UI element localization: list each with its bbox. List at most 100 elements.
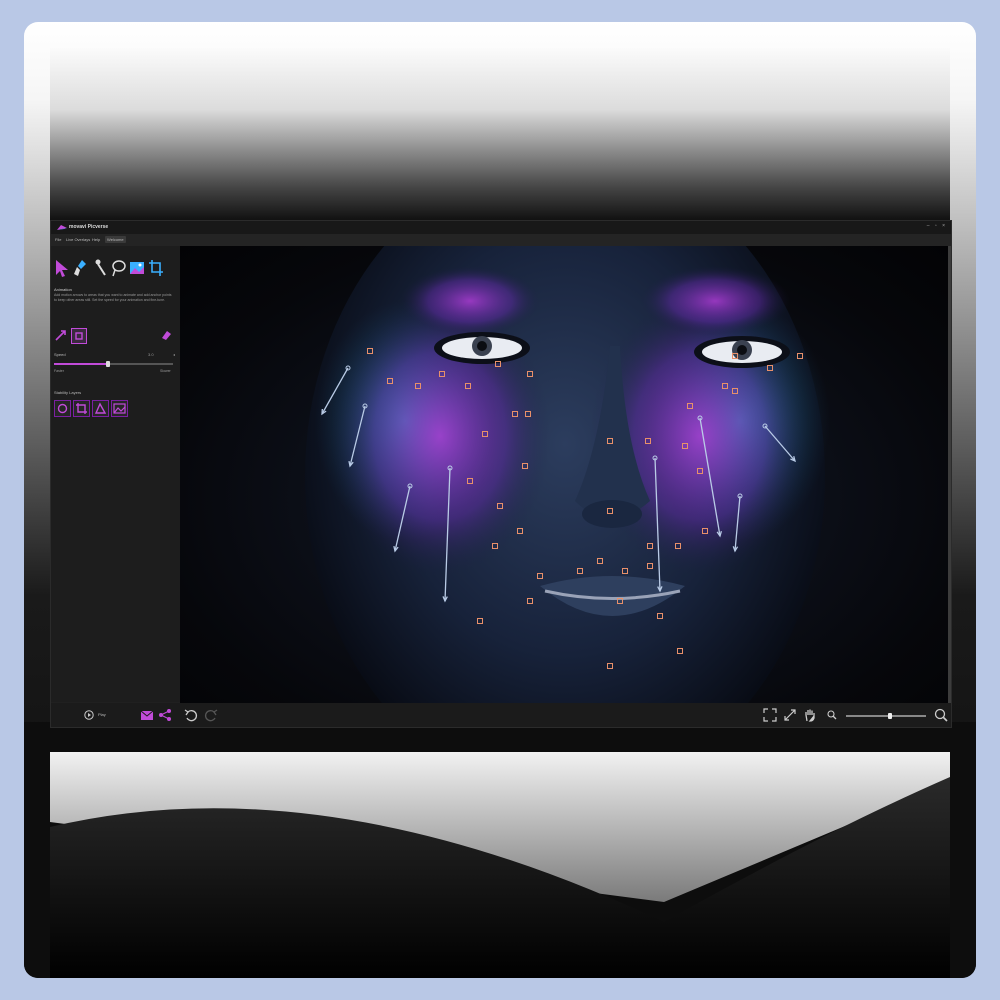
anchor-point[interactable] <box>465 383 471 389</box>
speed-slider-thumb[interactable] <box>105 361 110 367</box>
section-title: Animation <box>54 287 72 292</box>
share-icon[interactable] <box>158 708 172 722</box>
anchor-point[interactable] <box>702 528 708 534</box>
zoom-in-icon[interactable] <box>934 708 948 722</box>
window-controls[interactable]: – ▫ × <box>927 223 947 229</box>
anchor-point[interactable] <box>607 508 613 514</box>
animation-overlay <box>321 348 803 669</box>
fullscreen-icon[interactable] <box>783 708 797 722</box>
anchor-point[interactable] <box>732 353 738 359</box>
play-label[interactable]: Play <box>98 712 106 717</box>
motion-arrow-icon[interactable] <box>54 258 70 278</box>
motion-arrow[interactable] <box>321 367 349 415</box>
zoom-slider-thumb[interactable] <box>888 713 892 719</box>
menu-help[interactable]: Help <box>92 237 100 242</box>
redo-icon[interactable] <box>204 708 218 722</box>
anchor-point[interactable] <box>645 438 651 444</box>
anchor-point[interactable] <box>512 411 518 417</box>
anchor-point[interactable] <box>597 558 603 564</box>
layer-image-icon[interactable] <box>111 400 128 417</box>
image-canvas[interactable] <box>180 246 948 704</box>
anchor-point[interactable] <box>682 443 688 449</box>
motion-arrow[interactable] <box>764 425 796 462</box>
anchor-point[interactable] <box>387 378 393 384</box>
menu-file[interactable]: File <box>55 237 61 242</box>
zoom-out-icon[interactable] <box>827 710 837 720</box>
menu-live-overlays[interactable]: Live Overlays <box>66 237 90 242</box>
anchor-point[interactable] <box>522 463 528 469</box>
anchor-point[interactable] <box>797 353 803 359</box>
motion-arrow[interactable] <box>699 417 721 537</box>
anchor-point[interactable] <box>607 438 613 444</box>
canvas-scrollbar[interactable] <box>948 246 951 704</box>
anchor-point[interactable] <box>492 543 498 549</box>
anchor-point[interactable] <box>657 613 663 619</box>
anchor-point[interactable] <box>617 598 623 604</box>
anchor-point[interactable] <box>517 528 523 534</box>
anchor-point[interactable] <box>477 618 483 624</box>
speed-label: Speed <box>54 352 66 357</box>
layer-select-icon[interactable] <box>54 400 71 417</box>
hand-icon[interactable] <box>803 708 817 722</box>
anchor-point[interactable] <box>525 411 531 417</box>
anchor-point[interactable] <box>677 648 683 654</box>
anchor-point-mini-icon[interactable] <box>71 328 87 344</box>
anchor-point[interactable] <box>577 568 583 574</box>
speed-stepper[interactable]: ◂ <box>173 352 175 357</box>
anchor-point[interactable] <box>767 365 773 371</box>
anchor-point[interactable] <box>415 383 421 389</box>
anchor-point[interactable] <box>687 403 693 409</box>
app-logo-icon <box>57 225 67 230</box>
anchor-point[interactable] <box>607 663 613 669</box>
zoom-slider[interactable] <box>846 713 926 719</box>
anchor-point[interactable] <box>527 371 533 377</box>
play-icon[interactable] <box>84 710 94 720</box>
anchor-point[interactable] <box>647 543 653 549</box>
app-title: movavi Picverse <box>69 224 109 230</box>
motion-arrow[interactable] <box>394 485 411 552</box>
anchor-point[interactable] <box>675 543 681 549</box>
speed-max-label: Slower <box>160 369 171 373</box>
lasso-icon[interactable] <box>110 258 126 278</box>
motion-arrow[interactable] <box>349 405 366 467</box>
anchor-point[interactable] <box>722 383 728 389</box>
eraser-mini-icon[interactable] <box>159 328 173 342</box>
speed-slider[interactable] <box>54 361 173 367</box>
motion-arrow-mini-icon[interactable] <box>54 328 68 342</box>
anchor-point[interactable] <box>537 573 543 579</box>
layer-brush-icon[interactable] <box>92 400 109 417</box>
title-bar: movavi Picverse – ▫ × <box>51 221 951 234</box>
anchor-point[interactable] <box>527 598 533 604</box>
anchor-point[interactable] <box>497 503 503 509</box>
crop-icon[interactable] <box>148 258 164 278</box>
menu-welcome[interactable]: Welcome <box>105 236 126 243</box>
layer-crop-icon[interactable] <box>73 400 90 417</box>
speed-slider-fill <box>54 363 108 365</box>
motion-arrow[interactable] <box>654 457 661 592</box>
tools-sidebar: Animation Add motion arrows to areas tha… <box>51 246 180 702</box>
anchor-point[interactable] <box>622 568 628 574</box>
picverse-app-window: movavi Picverse – ▫ × File Live Overlays… <box>50 220 952 728</box>
export-icon[interactable] <box>140 708 154 722</box>
fit-screen-icon[interactable] <box>763 708 777 722</box>
anchor-point[interactable] <box>482 431 488 437</box>
decorative-wave <box>24 722 976 978</box>
sky-icon[interactable] <box>129 258 145 278</box>
anchor-point[interactable] <box>439 371 445 377</box>
speed-value[interactable]: 3.0 <box>148 352 154 357</box>
header-gradient-band <box>50 48 950 223</box>
pin-icon[interactable] <box>92 258 108 278</box>
menu-bar: File Live Overlays Help Welcome <box>51 234 951 246</box>
anchor-point[interactable] <box>732 388 738 394</box>
motion-arrow[interactable] <box>444 467 451 602</box>
anchor-brush-icon[interactable] <box>73 258 89 278</box>
undo-icon[interactable] <box>184 708 198 722</box>
anchor-point[interactable] <box>495 361 501 367</box>
bottom-toolbar: Play <box>51 703 951 727</box>
speed-min-label: Faster <box>54 369 64 373</box>
anchor-point[interactable] <box>367 348 373 354</box>
motion-arrow[interactable] <box>734 495 741 552</box>
anchor-point[interactable] <box>697 468 703 474</box>
anchor-point[interactable] <box>467 478 473 484</box>
anchor-point[interactable] <box>647 563 653 569</box>
